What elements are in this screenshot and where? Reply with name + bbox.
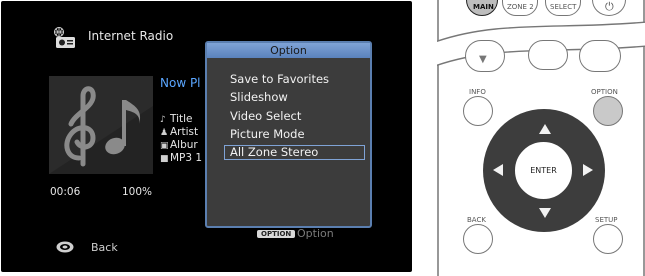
menu-item-all-zone-stereo[interactable]: All Zone Stereo (224, 145, 365, 160)
cursor-right-button[interactable] (583, 164, 593, 176)
remote-back-button[interactable] (463, 224, 493, 254)
back-button-icon (56, 241, 74, 253)
enter-label: ENTER (530, 166, 557, 175)
internet-radio-icon (54, 27, 75, 48)
cursor-left-button[interactable] (493, 164, 503, 176)
chevron-down-icon: ▼ (479, 54, 487, 65)
now-playing-label: Now Pl (160, 76, 201, 90)
file-format: MP3 1 (170, 152, 203, 164)
back-button-label: BACK (467, 216, 486, 224)
track-title-row: ♪ Title (160, 113, 193, 125)
select-button-label: SELECT (550, 3, 577, 11)
setup-button[interactable] (593, 224, 623, 254)
option-hint-label: Option (297, 227, 334, 240)
option-menu-title: Option (207, 43, 370, 58)
option-button[interactable] (593, 96, 623, 126)
menu-item-save-to-favorites[interactable]: Save to Favorites (230, 72, 329, 86)
menu-item-picture-mode[interactable]: Picture Mode (230, 127, 305, 141)
power-icon: ⏻ (605, 0, 614, 13)
option-label: OPTION (591, 88, 618, 96)
note-icon: ♪ (160, 115, 166, 125)
track-title: Title (170, 113, 193, 125)
file-format-icon: ■ (160, 154, 169, 164)
elapsed-time: 00:06 (50, 186, 81, 198)
album-name: Albur (170, 139, 198, 151)
person-icon: ♟ (160, 128, 169, 138)
buffer-percent: 100% (122, 186, 153, 198)
album-row: ▣Albur (160, 139, 198, 151)
main-button-label: MAIN (473, 3, 494, 11)
cursor-down-button[interactable] (539, 208, 551, 218)
cursor-up-button[interactable] (539, 124, 551, 134)
menu-item-video-select[interactable]: Video Select (230, 109, 301, 123)
album-icon: ▣ (160, 141, 169, 151)
artist-row: ♟ Artist (160, 126, 198, 138)
app-title: Internet Radio (88, 29, 174, 43)
music-note-icon (49, 76, 153, 174)
hidden-button-1[interactable] (528, 40, 568, 70)
artist-name: Artist (170, 126, 199, 138)
menu-item-slideshow[interactable]: Slideshow (230, 90, 288, 104)
format-row: ■MP3 1 (160, 152, 202, 164)
setup-button-label: SETUP (595, 216, 618, 224)
hidden-button-2[interactable] (579, 40, 621, 72)
info-label: INFO (469, 88, 486, 96)
option-menu: Option Save to Favorites Slideshow Video… (205, 41, 372, 228)
enter-button[interactable]: ENTER (513, 140, 574, 201)
cursor-down-small-button[interactable]: ▼ (465, 40, 505, 72)
tv-screen: Internet Radio Now Pl ♪ Title ♟ Artist ▣Al… (1, 1, 412, 272)
info-button[interactable] (463, 96, 493, 126)
option-key-badge: OPTION (257, 230, 296, 238)
album-art (49, 76, 153, 174)
zone2-button-label: ZONE 2 (507, 3, 534, 11)
back-label: Back (91, 241, 118, 254)
